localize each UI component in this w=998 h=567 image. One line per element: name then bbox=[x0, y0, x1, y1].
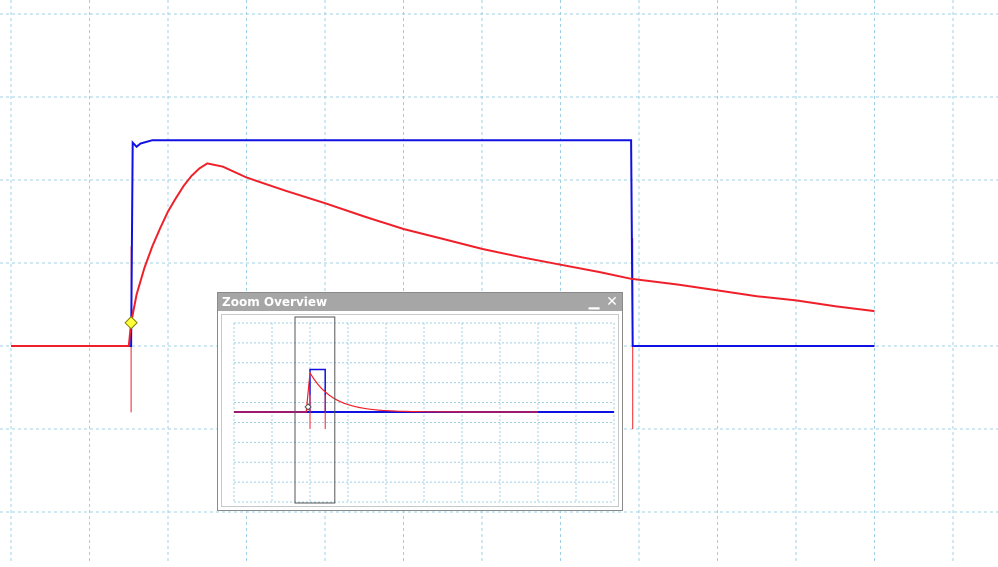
zoom-overview-titlebar[interactable]: Zoom Overview ▁ ✕ bbox=[218, 293, 622, 311]
zoom-overview-window[interactable]: Zoom Overview ▁ ✕ bbox=[217, 292, 623, 511]
diamond-marker-icon bbox=[124, 316, 138, 330]
zoom-overview-plot[interactable] bbox=[221, 314, 619, 507]
zoom-overview-canvas[interactable] bbox=[222, 315, 618, 506]
minimize-icon[interactable]: ▁ bbox=[586, 293, 602, 311]
close-icon[interactable]: ✕ bbox=[604, 293, 620, 311]
zoom-overview-title: Zoom Overview bbox=[222, 295, 328, 309]
overview-selection-rect[interactable] bbox=[294, 316, 336, 504]
